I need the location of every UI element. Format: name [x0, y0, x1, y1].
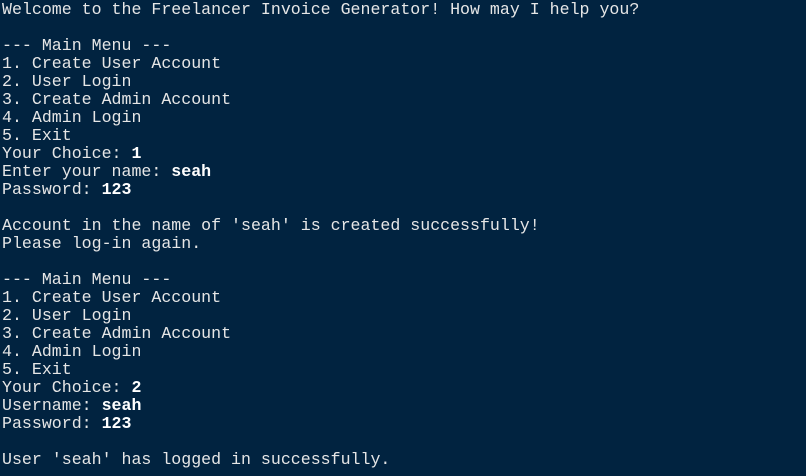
terminal-line: Username: seah [2, 397, 639, 415]
user-input: 2 [131, 378, 142, 397]
user-input: seah [171, 162, 212, 181]
line-text: 4. Admin Login [2, 342, 142, 361]
terminal-output[interactable]: Welcome to the Freelancer Invoice Genera… [2, 1, 639, 469]
terminal-line: 3. Create Admin Account [2, 325, 639, 343]
line-text: Username: [2, 396, 102, 415]
line-text: Password: [2, 414, 102, 433]
line-text: 5. Exit [2, 360, 72, 379]
line-text: Please log-in again. [2, 234, 202, 253]
terminal-line: 4. Admin Login [2, 109, 639, 127]
line-text: Welcome to the Freelancer Invoice Genera… [2, 0, 640, 19]
terminal-line: 5. Exit [2, 127, 639, 145]
line-text: User 'seah' has logged in successfully. [2, 450, 391, 469]
line-text: 3. Create Admin Account [2, 90, 232, 109]
line-text: Enter your name: [2, 162, 172, 181]
terminal-line: 4. Admin Login [2, 343, 639, 361]
terminal-line: Password: 123 [2, 181, 639, 199]
line-text: 5. Exit [2, 126, 72, 145]
terminal-line: Password: 123 [2, 415, 639, 433]
terminal-line: 1. Create User Account [2, 289, 639, 307]
terminal-line: --- Main Menu --- [2, 37, 639, 55]
line-text: 1. Create User Account [2, 288, 222, 307]
user-input: 1 [131, 144, 142, 163]
line-text: --- Main Menu --- [2, 36, 172, 55]
terminal-line: Enter your name: seah [2, 163, 639, 181]
line-text: 3. Create Admin Account [2, 324, 232, 343]
line-text: Your Choice: [2, 144, 132, 163]
line-text: 2. User Login [2, 306, 132, 325]
line-text: 1. Create User Account [2, 54, 222, 73]
terminal-line: User 'seah' has logged in successfully. [2, 451, 639, 469]
line-text: 2. User Login [2, 72, 132, 91]
terminal-line: 3. Create Admin Account [2, 91, 639, 109]
terminal-line: Your Choice: 2 [2, 379, 639, 397]
user-input: seah [101, 396, 142, 415]
terminal-line: Your Choice: 1 [2, 145, 639, 163]
terminal-line: Please log-in again. [2, 235, 639, 253]
line-text: Your Choice: [2, 378, 132, 397]
terminal-line: --- Main Menu --- [2, 271, 639, 289]
line-text: Password: [2, 180, 102, 199]
terminal-line: 1. Create User Account [2, 55, 639, 73]
user-input: 123 [101, 180, 132, 199]
user-input: 123 [101, 414, 132, 433]
terminal-line: 2. User Login [2, 307, 639, 325]
line-text: --- Main Menu --- [2, 270, 172, 289]
line-text: 4. Admin Login [2, 108, 142, 127]
terminal-line: 5. Exit [2, 361, 639, 379]
terminal-line: Welcome to the Freelancer Invoice Genera… [2, 1, 639, 19]
line-text: Account in the name of 'seah' is created… [2, 216, 540, 235]
terminal-line: 2. User Login [2, 73, 639, 91]
terminal-line: Account in the name of 'seah' is created… [2, 217, 639, 235]
